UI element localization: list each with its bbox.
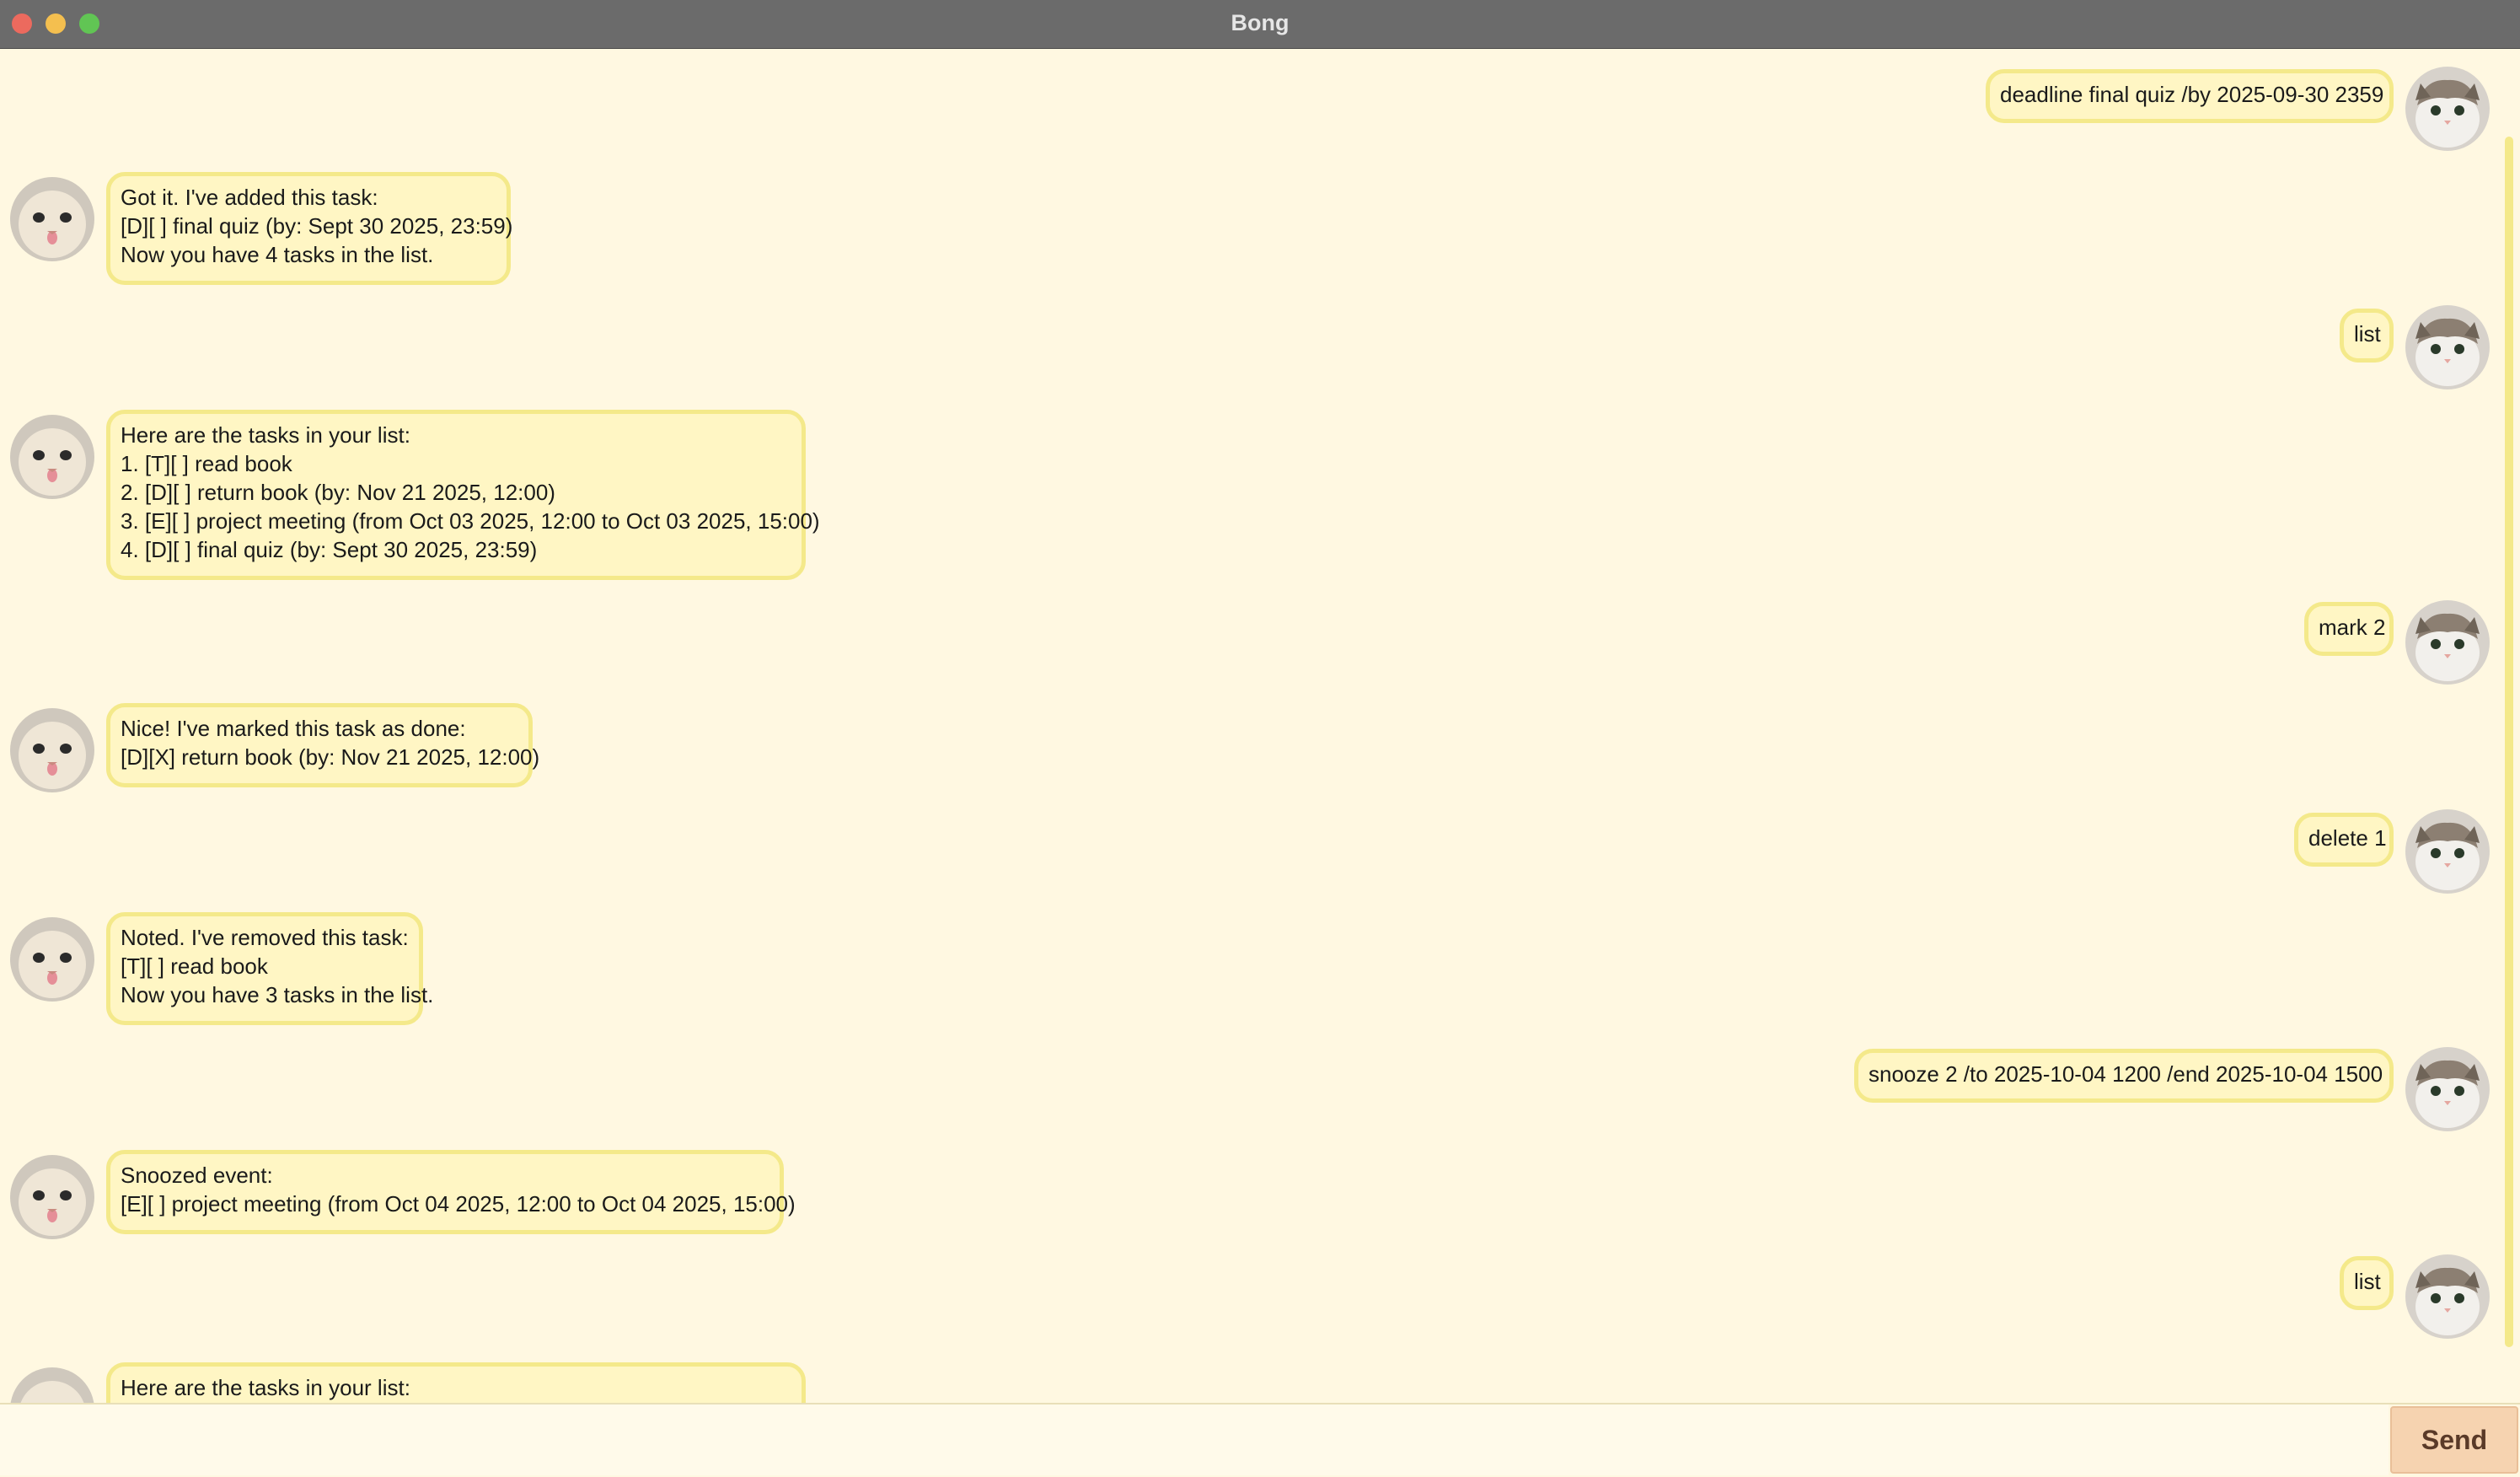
user-avatar-icon	[2405, 1254, 2490, 1339]
user-message-bubble: list	[2340, 1256, 2394, 1310]
user-message-bubble: delete 1	[2294, 813, 2394, 867]
bot-message-bubble: Noted. I've removed this task: [T][ ] re…	[106, 912, 433, 1025]
user-message-bubble: list	[2340, 309, 2394, 363]
title-bar: Bong	[0, 0, 2520, 49]
bot-message-row: Here are the tasks in your list: 1. [T][…	[0, 410, 2500, 612]
bot-avatar-icon	[10, 177, 94, 261]
bot-avatar-icon	[10, 1155, 94, 1239]
user-avatar-icon	[2405, 67, 2490, 151]
window-title: Bong	[1231, 10, 1289, 35]
input-bar: Send	[0, 1403, 2520, 1477]
chat-area: deadline final quiz /by 2025-09-30 2359 …	[0, 49, 2500, 1403]
user-message-row: mark 2	[0, 599, 2500, 700]
user-message-bubble: deadline final quiz /by 2025-09-30 2359	[1986, 69, 2394, 123]
chat-scrollbar[interactable]	[2500, 49, 2520, 1403]
bot-message-bubble: Here are the tasks in your list: 1. [T][…	[106, 410, 820, 580]
send-button[interactable]: Send	[2390, 1406, 2518, 1474]
user-message-row: delete 1	[0, 808, 2500, 909]
bot-avatar-icon	[10, 917, 94, 1002]
bot-message-bubble: Got it. I've added this task: [D][ ] fin…	[106, 172, 512, 285]
bot-message-bubble: Snoozed event: [E][ ] project meeting (f…	[106, 1150, 796, 1234]
bot-message-row: Snoozed event: [E][ ] project meeting (f…	[0, 1150, 2500, 1268]
bot-message-row: Noted. I've removed this task: [T][ ] re…	[0, 912, 2500, 1047]
user-avatar-icon	[2405, 600, 2490, 685]
user-message-row: snooze 2 /to 2025-10-04 1200 /end 2025-1…	[0, 1045, 2500, 1147]
bot-avatar-icon	[10, 1367, 94, 1403]
bot-message-row: Got it. I've added this task: [D][ ] fin…	[0, 172, 2500, 324]
user-avatar-icon	[2405, 305, 2490, 389]
bot-message-bubble: Nice! I've marked this task as done: [D]…	[106, 703, 539, 787]
user-message-row: list	[0, 1253, 2500, 1354]
user-message-row: deadline final quiz /by 2025-09-30 2359	[0, 49, 2500, 151]
bot-avatar-icon	[10, 415, 94, 499]
message-input[interactable]	[0, 1404, 2389, 1475]
user-avatar-icon	[2405, 809, 2490, 894]
bot-message-bubble: Here are the tasks in your list:	[106, 1362, 806, 1403]
bot-message-row: Nice! I've marked this task as done: [D]…	[0, 703, 2500, 821]
bot-avatar-icon	[10, 708, 94, 792]
user-avatar-icon	[2405, 1047, 2490, 1131]
user-message-row: list	[0, 305, 2500, 406]
scrollbar-thumb[interactable]	[2505, 137, 2513, 1347]
user-message-bubble: mark 2	[2304, 602, 2394, 656]
bot-message-row: Here are the tasks in your list:	[0, 1362, 2500, 1403]
user-message-bubble: snooze 2 /to 2025-10-04 1200 /end 2025-1…	[1854, 1049, 2394, 1103]
